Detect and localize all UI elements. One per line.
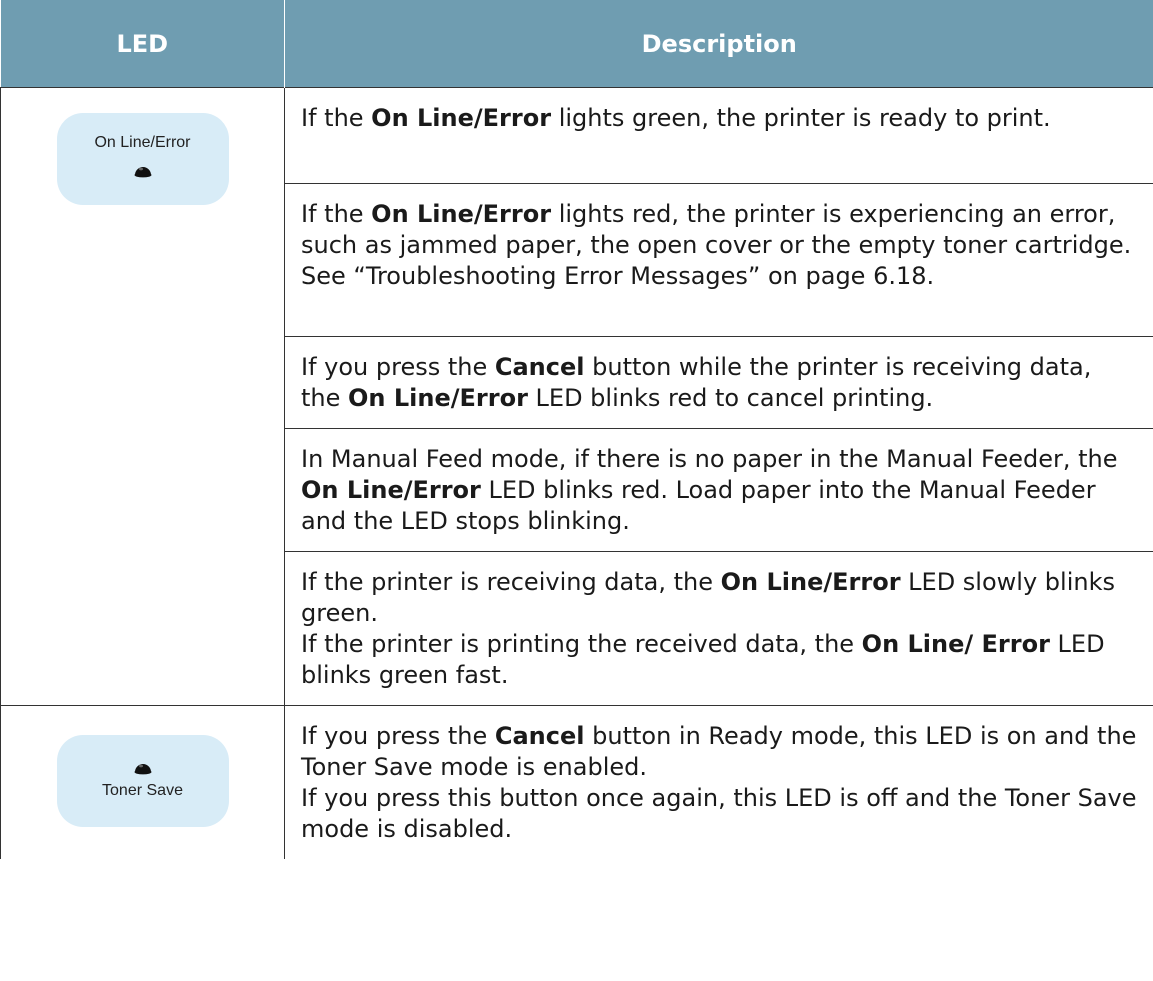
bold-term: On Line/ Error [861,630,1050,658]
description-text: If you press this button once again, thi… [301,784,1137,843]
description-cell: If you press the Cancel button while the… [284,336,1153,429]
description-text: If the printer is receiving data, the [301,568,721,596]
description-text: If the [301,200,372,228]
led-description-table: LED Description On Line/Error If the On … [0,0,1153,859]
description-text: If you press the [301,722,495,750]
description-cell: If the On Line/Error lights green, the p… [284,87,1153,184]
description-text: If the [301,104,372,132]
description-cell: If the printer is receiving data, the On… [284,551,1153,706]
header-description: Description [284,0,1153,88]
bold-term: On Line/Error [371,200,552,228]
description-text: In Manual Feed mode, if there is no pape… [301,445,1118,473]
description-text: lights green, the printer is ready to pr… [551,104,1051,132]
led-cell-online: On Line/Error [0,87,285,706]
led-dot-icon [134,162,152,178]
description-cell: If you press the Cancel button in Ready … [284,705,1153,859]
description-cell: If the On Line/Error lights red, the pri… [284,183,1153,337]
header-led: LED [0,0,285,88]
table-header-row: LED Description [0,0,1153,88]
led-cell-toner: Toner Save [0,705,285,859]
led-dot-icon [134,759,152,775]
bold-term: On Line/Error [301,476,481,504]
bold-term: On Line/Error [348,384,528,412]
bold-term: Cancel [494,353,585,381]
table-row: On Line/Error If the On Line/Error light… [0,87,1153,706]
online-error-led-label: On Line/Error [94,134,191,151]
online-error-led-badge: On Line/Error [56,113,229,205]
toner-save-led-label: Toner Save [102,781,183,799]
bold-term: On Line/Error [720,568,901,596]
bold-term: Cancel [494,722,585,750]
description-text: If the printer is printing the received … [301,630,862,658]
toner-save-led-badge: Toner Save [56,734,229,827]
description-text: LED blinks red to cancel printing. [527,384,934,412]
table-row: Toner Save If you press the Cancel butto… [0,705,1153,859]
bold-term: On Line/Error [371,104,552,132]
description-text: If you press the [301,353,495,381]
description-cell: In Manual Feed mode, if there is no pape… [284,428,1153,552]
